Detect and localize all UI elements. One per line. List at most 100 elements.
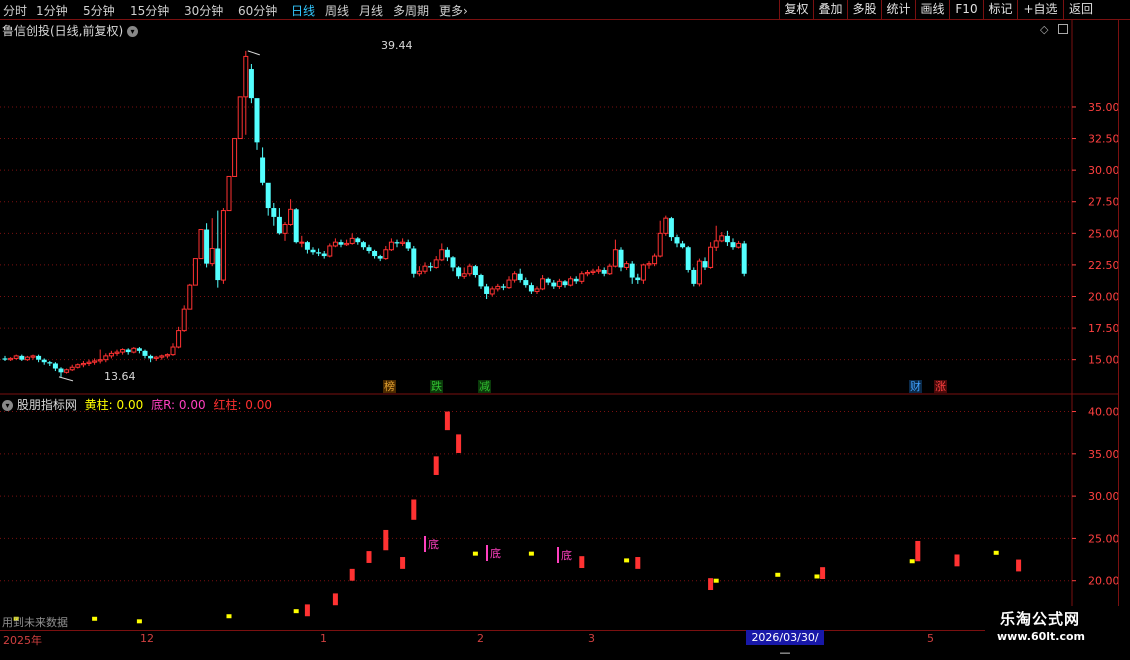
candle	[590, 268, 596, 276]
candlestick-series	[2, 50, 747, 382]
candle	[674, 234, 680, 248]
statistics-button[interactable]: 统计	[881, 0, 915, 19]
candle	[545, 277, 551, 286]
chart-canvas[interactable]: 15.00 17.50 20.00 22.50 25.00 27.50 30.00 32.50…	[0, 20, 1118, 630]
period-tab-multi[interactable]: 多周期	[393, 2, 429, 19]
candle-body	[579, 273, 585, 282]
candle	[75, 363, 81, 369]
candle-body	[47, 362, 53, 364]
candle	[596, 266, 602, 274]
period-tab-15min[interactable]: 15分钟	[130, 2, 169, 19]
f10-button[interactable]: F10	[949, 0, 983, 19]
mark-button[interactable]: 标记	[983, 0, 1017, 19]
candle	[310, 247, 316, 255]
diamond-icon[interactable]: ◇	[1040, 23, 1048, 36]
event-marker[interactable]: 财	[909, 380, 922, 393]
candle	[383, 245, 389, 260]
candle-body	[332, 241, 338, 247]
candle-body	[612, 249, 618, 267]
add-watchlist-button[interactable]: +自选	[1017, 0, 1063, 19]
candle	[64, 368, 70, 374]
candle-body	[41, 359, 47, 363]
candle-body	[316, 252, 322, 254]
candle	[372, 249, 378, 259]
indicator-tick-label: 25.00	[1088, 532, 1118, 545]
candle-body	[114, 351, 120, 354]
candle-body	[500, 286, 506, 288]
draw-line-button[interactable]: 画线	[915, 0, 949, 19]
candle	[618, 247, 624, 272]
candle-body	[344, 242, 350, 246]
candle	[338, 239, 344, 248]
multi-stock-button[interactable]: 多股	[847, 0, 881, 19]
candle-body	[80, 362, 86, 366]
price-tick-label: 35.00	[1088, 101, 1118, 114]
period-tab-timeshare[interactable]: 分时	[3, 2, 27, 19]
watermark-url: www.60lt.com	[997, 630, 1086, 643]
candle	[243, 50, 249, 135]
candle	[612, 239, 618, 268]
candle	[237, 96, 243, 140]
candle-body	[75, 364, 81, 368]
candle	[170, 343, 176, 356]
candle	[568, 276, 574, 287]
candle	[461, 267, 467, 279]
back-button[interactable]: 返回	[1063, 0, 1098, 19]
period-tab-daily[interactable]: 日线	[291, 2, 315, 19]
candle-body	[232, 138, 238, 177]
candle-body	[674, 237, 680, 244]
window-icon[interactable]	[1058, 24, 1068, 34]
right-info-sidebar[interactable]	[1118, 20, 1130, 630]
candle-body	[265, 182, 271, 209]
candle-body	[680, 243, 686, 248]
event-marker[interactable]: 涨	[934, 380, 947, 393]
candle	[24, 355, 30, 361]
main-panel-title: 鲁信创投(日线,前复权) ▾	[2, 22, 139, 39]
candle	[472, 264, 478, 278]
candle	[47, 360, 53, 366]
period-tab-monthly[interactable]: 月线	[359, 2, 383, 19]
period-tab-more[interactable]: 更多›	[439, 2, 468, 19]
candle	[500, 283, 506, 291]
period-tab-1min[interactable]: 1分钟	[36, 2, 68, 19]
candle	[517, 268, 523, 283]
red-bar	[433, 456, 439, 475]
candle-body	[596, 269, 602, 272]
candle	[551, 280, 557, 289]
candle	[428, 262, 434, 272]
candle	[713, 225, 719, 252]
time-label: 12	[140, 632, 154, 645]
candle	[405, 239, 411, 252]
candle-body	[321, 253, 327, 257]
chevron-right-icon: ›	[463, 4, 468, 18]
candle-body	[181, 308, 187, 332]
restore-rights-button[interactable]: 复权	[779, 0, 813, 19]
candle	[573, 276, 579, 284]
period-tab-weekly[interactable]: 周线	[325, 2, 349, 19]
yellow-bar	[814, 574, 820, 579]
chevron-down-icon[interactable]: ▾	[127, 26, 139, 37]
candle-body	[254, 98, 260, 143]
candle	[142, 349, 148, 359]
candle	[13, 354, 19, 360]
bottom-mark-label: 底	[424, 536, 439, 552]
candle-body	[461, 273, 467, 277]
period-tab-30min[interactable]: 30分钟	[184, 2, 223, 19]
period-tab-60min[interactable]: 60分钟	[238, 2, 277, 19]
candle-body	[276, 216, 282, 234]
candle	[220, 208, 226, 284]
candle-body	[215, 248, 221, 281]
candle	[304, 240, 310, 254]
overlay-button[interactable]: 叠加	[813, 0, 847, 19]
candle-body	[590, 270, 596, 273]
period-tab-5min[interactable]: 5分钟	[83, 2, 115, 19]
event-marker[interactable]: 跌	[430, 380, 443, 393]
candle	[416, 266, 422, 277]
event-marker[interactable]: 减	[478, 380, 491, 393]
candle	[36, 354, 42, 363]
event-marker[interactable]: 榜	[383, 380, 396, 393]
candle	[528, 282, 534, 294]
candle	[192, 258, 198, 286]
chevron-down-icon[interactable]: ▾	[2, 400, 13, 411]
candle-body	[405, 242, 411, 249]
